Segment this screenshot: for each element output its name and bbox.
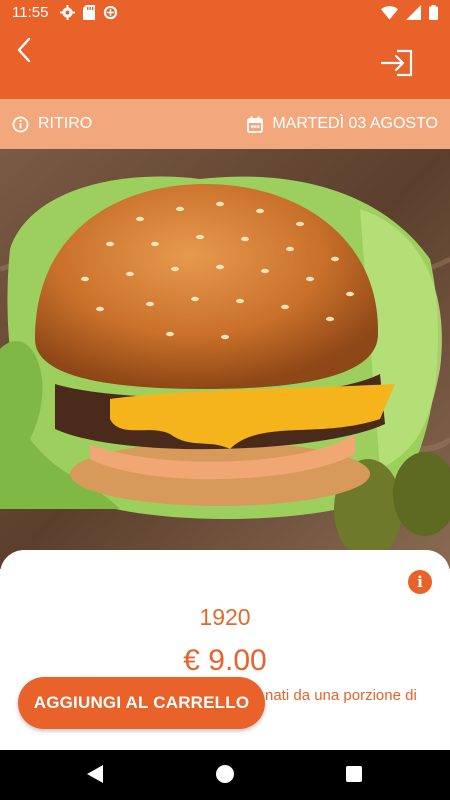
- info-circle-icon: [12, 116, 29, 132]
- signal-icon: [406, 5, 421, 20]
- calendar-icon: [247, 116, 264, 133]
- pickup-mode-label: RITIRO: [38, 115, 93, 132]
- status-bar: 11:55: [0, 0, 450, 25]
- pickup-mode[interactable]: RITIRO: [12, 115, 92, 133]
- nav-back-icon[interactable]: [86, 764, 104, 784]
- back-button[interactable]: [12, 35, 40, 67]
- login-button[interactable]: [380, 47, 416, 79]
- order-info-bar: RITIRO MARTEDÌ 03 AGOSTO: [0, 99, 450, 149]
- system-nav-bar: [0, 750, 450, 800]
- wifi-icon: [381, 6, 398, 20]
- settings-gear-icon: [60, 5, 76, 20]
- app-header: [0, 25, 450, 99]
- product-name: 1920: [199, 604, 251, 630]
- sd-card-icon: [83, 5, 96, 20]
- data-saver-icon: [104, 5, 118, 20]
- pickup-date-label: MARTEDÌ 03 AGOSTO: [272, 115, 438, 132]
- product-description-text: nati da una porzione di: [265, 687, 417, 704]
- battery-icon: [429, 5, 438, 20]
- status-time: 11:55: [12, 4, 49, 21]
- product-price: € 9.00: [183, 644, 267, 677]
- product-info-icon[interactable]: i: [408, 570, 432, 594]
- add-to-cart-button[interactable]: AGGIUNGI AL CARRELLO: [18, 677, 265, 729]
- login-icon: [380, 49, 413, 77]
- pickup-date[interactable]: MARTEDÌ 03 AGOSTO: [247, 115, 438, 133]
- nav-home-icon[interactable]: [216, 765, 234, 783]
- chevron-left-icon: [17, 37, 31, 63]
- nav-recents-icon[interactable]: [346, 766, 362, 782]
- product-image: [0, 149, 450, 569]
